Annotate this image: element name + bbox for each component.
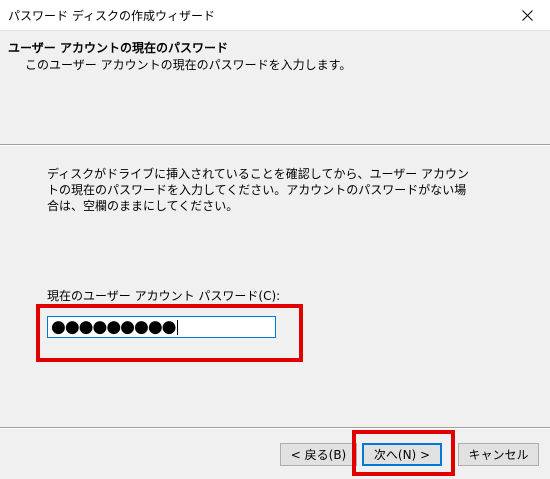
password-input[interactable]: ●●●●●●●●●: [47, 316, 276, 338]
cancel-button[interactable]: キャンセル: [458, 443, 539, 466]
window-title: パスワード ディスクの作成ウィザード: [8, 9, 215, 23]
page-title: ユーザー アカウントの現在のパスワード: [8, 41, 228, 55]
password-masked-value: ●●●●●●●●●: [51, 316, 177, 337]
password-label: 現在のユーザー アカウント パスワード(C):: [47, 289, 281, 303]
page-subtitle: このユーザー アカウントの現在のパスワードを入力します。: [25, 58, 352, 72]
close-icon: [521, 9, 533, 21]
title-bar: パスワード ディスクの作成ウィザード: [0, 0, 550, 31]
next-button[interactable]: 次へ(N) >: [362, 443, 442, 466]
back-button[interactable]: < 戻る(B): [280, 443, 357, 466]
header-divider: [0, 144, 550, 146]
close-button[interactable]: [504, 0, 550, 30]
instructions-text: ディスクがドライブに挿入されていることを確認してから、ユーザー アカウントの現在…: [47, 167, 470, 213]
footer-divider: [0, 427, 550, 429]
text-caret: [176, 319, 178, 335]
wizard-header: ユーザー アカウントの現在のパスワード このユーザー アカウントの現在のパスワー…: [0, 31, 550, 144]
